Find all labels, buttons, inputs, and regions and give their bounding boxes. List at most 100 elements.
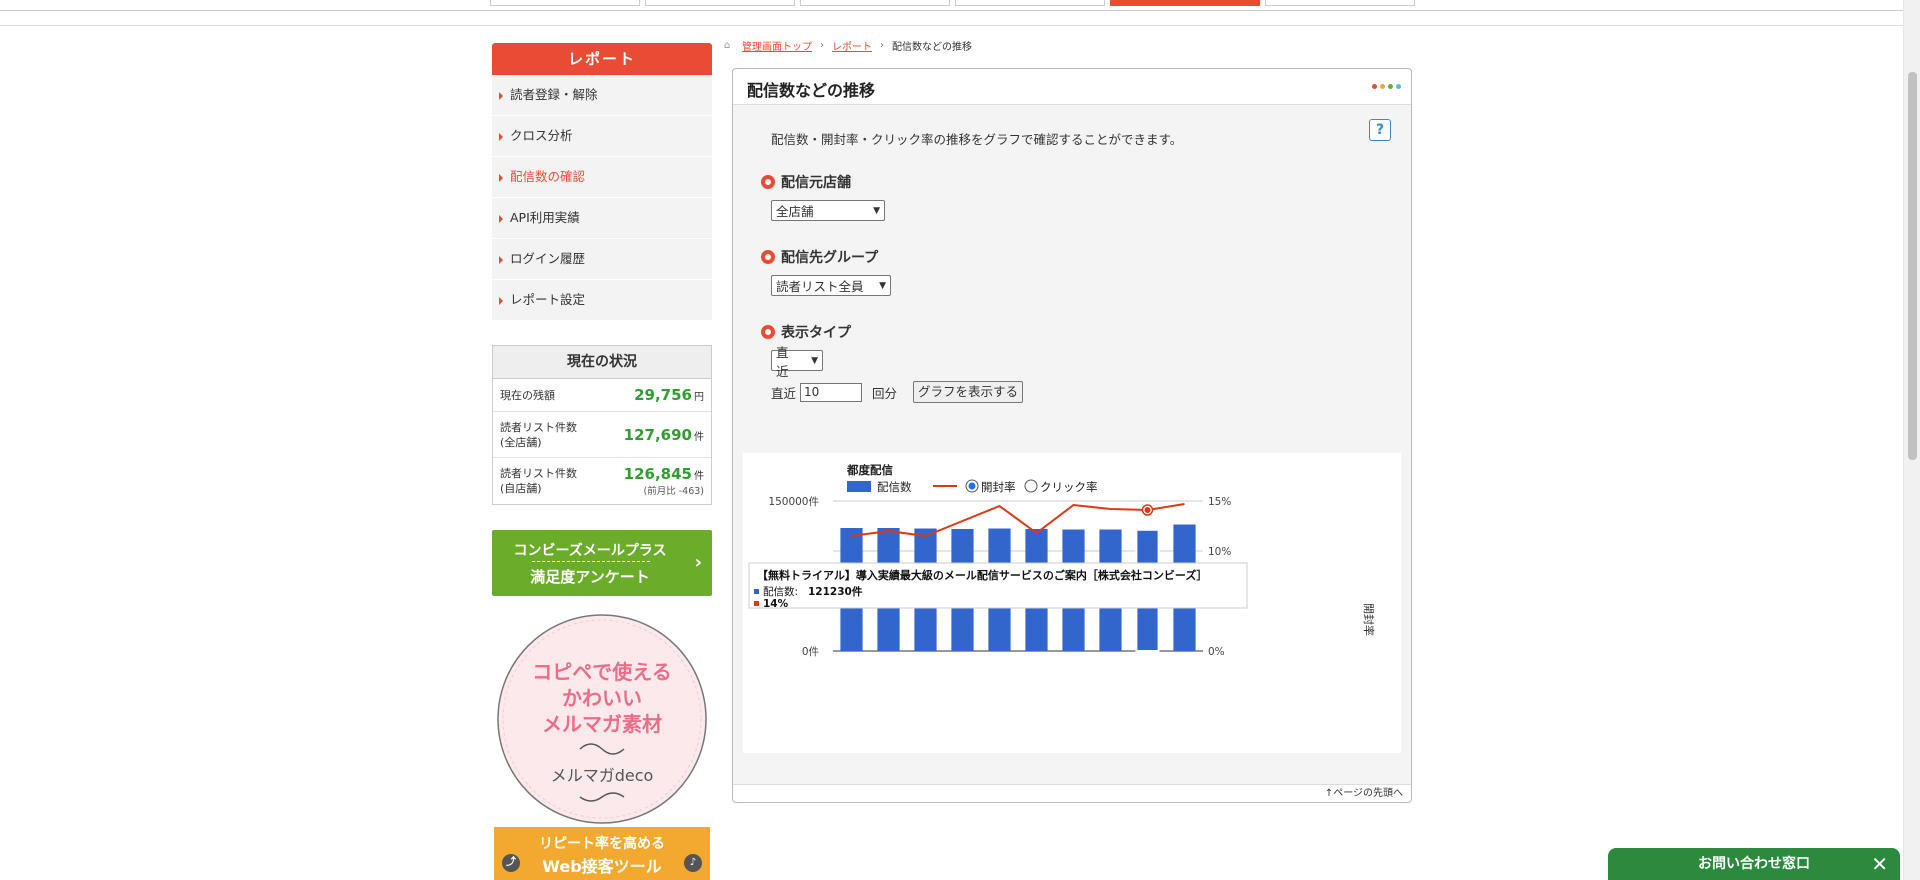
deco-brand: メルマガdeco — [551, 766, 654, 785]
close-icon[interactable]: ✕ — [1871, 848, 1888, 880]
page-title: 配信数などの推移 — [747, 81, 876, 100]
status-label: 現在の残額 — [500, 388, 555, 402]
repeat-banner[interactable]: リピート率を高める Web接客ツール ⤴ ♪ — [494, 827, 710, 880]
top-tab-report[interactable] — [1110, 0, 1260, 6]
status-row-balance: 現在の残額 29,756 円 — [493, 379, 711, 412]
panel-header: 配信数などの推移 — [733, 69, 1411, 105]
sidebar-menu: 読者登録・解除 クロス分析 配信数の確認 API利用実績 ログイン履歴 レポート… — [492, 75, 712, 321]
chevron-right-icon: › — [820, 40, 824, 51]
breadcrumb-current: 配信数などの推移 — [892, 42, 972, 53]
chart-svg: 都度配信 配信数 開封率 クリック率 0%5%10%15%0件50000件150… — [748, 463, 1376, 658]
y-right-tick: 0% — [1208, 646, 1225, 658]
vertical-scrollbar[interactable] — [1903, 0, 1920, 880]
status-value: 29,756 — [634, 386, 692, 404]
sidebar-item-subscribe[interactable]: 読者登録・解除 — [492, 75, 712, 116]
top-tab[interactable] — [800, 0, 950, 6]
recent-count-row: 直近 10 回分 グラフを表示する — [771, 381, 1024, 403]
chart-title: 都度配信 — [846, 463, 893, 477]
recent-prefix: 直近 — [771, 385, 797, 401]
delivery-chart: 都度配信 配信数 開封率 クリック率 0%5%10%15%0件50000件150… — [743, 453, 1401, 753]
chevron-down-icon: ▼ — [879, 280, 886, 291]
top-tab[interactable] — [955, 0, 1105, 6]
repeat-banner-line1: リピート率を高める — [539, 836, 665, 852]
chart-tooltip: 【無料トライアル】導入実績最大級のメール配信サービスのご案内［株式会社コンビーズ… — [748, 562, 1248, 610]
status-unit: 件 — [694, 431, 704, 443]
recent-count-input[interactable]: 10 — [800, 382, 863, 402]
y-right-label: 開封率 — [1362, 603, 1376, 636]
survey-banner-line2: 満足度アンケート — [530, 568, 650, 586]
share-icon[interactable]: ⤴ — [502, 854, 520, 872]
circle-bullet-icon — [761, 175, 775, 189]
status-title: 現在の状況 — [493, 346, 711, 379]
deco-line2: かわいい — [562, 686, 642, 710]
status-label: 読者リスト件数 (全店舗) — [500, 420, 577, 449]
type-section-label: 表示タイプ — [761, 322, 851, 342]
deco-line3: メルマガ素材 — [542, 712, 662, 736]
survey-banner[interactable]: コンビーズメールプラス 満足度アンケート › — [492, 530, 712, 596]
status-row-list-own: 読者リスト件数 (自店舗) 126,845 件 (前月比 -463) — [493, 458, 711, 504]
status-value: 127,690 — [623, 425, 692, 444]
chevron-right-icon: › — [880, 40, 884, 51]
status-box: 現在の状況 現在の残額 29,756 円 読者リスト件数 (全店舗) 127,69… — [492, 345, 712, 505]
sidebar-heading: レポート — [492, 43, 712, 75]
sidebar-item-login-history[interactable]: ログイン履歴 — [492, 239, 712, 280]
top-tab[interactable] — [490, 0, 640, 6]
chevron-down-icon: ▼ — [873, 205, 880, 216]
deco-banner[interactable]: コピペで使える かわいい メルマガ素材 メルマガdeco — [492, 611, 712, 831]
group-select[interactable]: 読者リスト全員 ▼ — [771, 275, 891, 296]
scrollbar-thumb[interactable] — [1908, 72, 1917, 460]
legend-click-rate: クリック率 — [1040, 480, 1098, 494]
highlight-point-core — [1144, 507, 1151, 513]
sidebar-item-cross-analysis[interactable]: クロス分析 — [492, 116, 712, 157]
sidebar-item-api-usage[interactable]: API利用実績 — [492, 198, 712, 239]
y-right-tick: 15% — [1208, 496, 1231, 508]
dots-icon — [1372, 84, 1401, 89]
deco-line1: コピペで使える — [532, 660, 671, 684]
legend-bar-label: 配信数 — [877, 480, 912, 494]
legend-open-rate: 開封率 — [981, 480, 1016, 494]
tooltip-title: 【無料トライアル】導入実績最大級のメール配信サービスのご案内［株式会社コンビーズ… — [757, 568, 1207, 582]
sidebar-item-delivery-count[interactable]: 配信数の確認 — [492, 157, 712, 198]
tooltip-bar-value: 121230件 — [808, 585, 863, 598]
bell-icon[interactable]: ♪ — [684, 854, 702, 872]
home-icon: ⌂ — [724, 39, 731, 51]
contact-label: お問い合わせ窓口 — [1698, 856, 1810, 872]
survey-banner-line1: コンビーズメールプラス — [513, 543, 667, 559]
status-unit: 件 — [694, 471, 704, 482]
repeat-banner-line2: Web接客ツール — [542, 857, 662, 876]
sidebar-item-report-settings[interactable]: レポート設定 — [492, 280, 712, 321]
y-left-tick: 0件 — [802, 646, 819, 658]
contact-widget[interactable]: お問い合わせ窓口 ✕ — [1608, 848, 1900, 880]
report-panel: 配信数などの推移 配信数・開封率・クリック率の推移をグラフで確認することができま… — [732, 68, 1412, 803]
sidebar: レポート 読者登録・解除 クロス分析 配信数の確認 API利用実績 ログイン履歴… — [492, 43, 712, 831]
source-select[interactable]: 全店舗 ▼ — [771, 200, 885, 221]
top-nav — [0, 0, 1920, 26]
deco-badge: コピペで使える かわいい メルマガ素材 メルマガdeco — [497, 614, 707, 824]
help-button[interactable]: ? — [1369, 119, 1391, 141]
tooltip-line-value: 14% — [763, 598, 789, 610]
show-graph-button[interactable]: グラフを表示する — [913, 381, 1024, 403]
status-unit: 円 — [694, 392, 704, 403]
source-section-label: 配信元店舗 — [761, 172, 851, 192]
radio-click-rate[interactable] — [1024, 479, 1038, 493]
y-right-tick: 10% — [1208, 546, 1231, 558]
breadcrumb-link-report[interactable]: レポート — [832, 38, 872, 53]
top-tab[interactable] — [645, 0, 795, 6]
type-select[interactable]: 直近 ▼ — [771, 345, 823, 379]
status-sub: (前月比 -463) — [643, 486, 705, 497]
breadcrumb: ⌂ 管理画面トップ › レポート › 配信数などの推移 — [724, 38, 972, 53]
tooltip-bar-label: 配信数: — [763, 585, 798, 598]
status-row-list-all: 読者リスト件数 (全店舗) 127,690 件 — [493, 412, 711, 458]
recent-suffix: 回分 — [872, 385, 898, 401]
page-top-link[interactable]: ↑ページの先頭へ — [733, 784, 1411, 802]
breadcrumb-link-top[interactable]: 管理画面トップ — [742, 38, 812, 53]
y-left-tick: 150000件 — [768, 496, 819, 508]
top-tab[interactable] — [1265, 0, 1415, 6]
circle-bullet-icon — [761, 325, 775, 339]
circle-bullet-icon — [761, 250, 775, 264]
chevron-right-icon: › — [694, 552, 702, 573]
status-label: 読者リスト件数 (自店舗) — [500, 467, 577, 495]
radio-open-rate-dot — [968, 482, 976, 490]
panel-description: 配信数・開封率・クリック率の推移をグラフで確認することができます。 — [771, 132, 1183, 147]
legend-bar-swatch — [847, 481, 871, 492]
